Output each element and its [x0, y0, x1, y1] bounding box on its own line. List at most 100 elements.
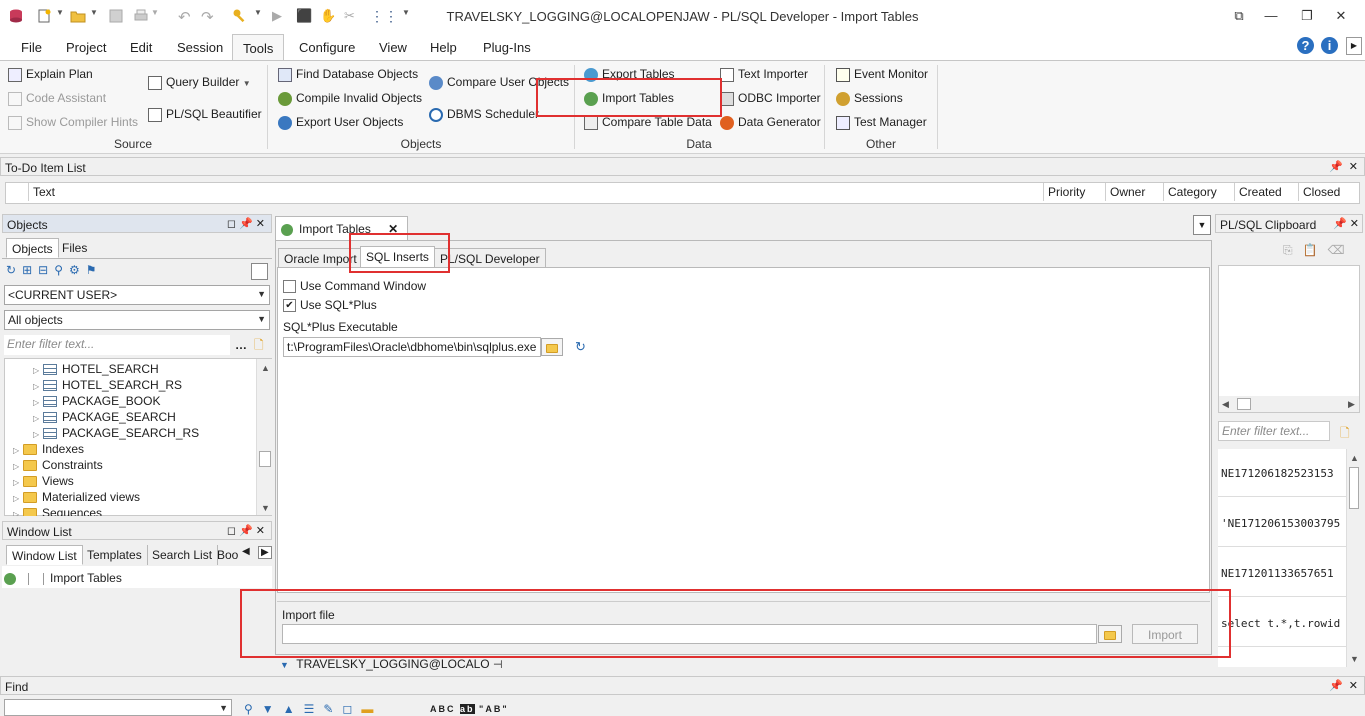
minimize-button[interactable]: —	[1256, 6, 1286, 26]
todo-col-closed[interactable]: Closed	[1298, 183, 1344, 201]
document-tab-import-tables[interactable]: Import Tables ✕	[275, 216, 408, 240]
connection-bar[interactable]: ▼ TRAVELSKY_LOGGING@LOCALO ⊣	[280, 657, 503, 671]
editor-icon[interactable]: ◻	[342, 702, 361, 716]
objects-tree-scrollbar[interactable]: ▲ ▼	[256, 359, 272, 515]
pin-icon[interactable]: 📌	[1329, 680, 1343, 692]
import-tables-button[interactable]: Import Tables	[584, 91, 674, 106]
expand-icon[interactable]: ⊞	[22, 263, 38, 277]
menu-project[interactable]: Project	[66, 40, 106, 55]
clipboard-entry[interactable]: 'NE171206153003795	[1221, 517, 1340, 530]
compile-invalid-objects-button[interactable]: Compile Invalid Objects	[278, 91, 422, 106]
restore-ribbon-button[interactable]: ⧉	[1224, 6, 1254, 26]
test-manager-button[interactable]: Test Manager	[836, 115, 927, 130]
find-next-icon[interactable]: ▼	[262, 702, 283, 716]
find-icon[interactable]: ⚲	[54, 263, 69, 277]
tab-scroll-right-icon[interactable]: ▶	[258, 546, 272, 559]
pin-icon[interactable]: 📌	[239, 525, 253, 537]
clipboard-entry[interactable]: NE171201133657651	[1221, 567, 1334, 580]
todo-col-owner[interactable]: Owner	[1105, 183, 1149, 201]
clipboard-entry[interactable]: NE171206182523153	[1221, 467, 1334, 480]
find-previous-icon[interactable]: ▲	[283, 702, 304, 716]
import-button[interactable]: Import	[1132, 624, 1198, 644]
todo-col-category[interactable]: Category	[1163, 183, 1221, 201]
sqlplus-path-input[interactable]: t:\ProgramFiles\Oracle\dbhome\bin\sqlplu…	[283, 337, 541, 357]
plsql-beautifier-button[interactable]: PL/SQL Beautifier	[148, 107, 262, 122]
regex-icon[interactable]: "AB"	[479, 704, 509, 714]
clipboard-scrollbar[interactable]: ▲ ▼	[1346, 449, 1360, 667]
objects-option-box[interactable]	[251, 263, 268, 280]
menu-edit[interactable]: Edit	[130, 40, 152, 55]
tree-item-table[interactable]: ▷ PACKAGE_SEARCH	[33, 410, 176, 424]
menu-configure[interactable]: Configure	[299, 40, 355, 55]
scroll-left-icon[interactable]: ◀	[1222, 399, 1229, 410]
export-user-objects-button[interactable]: Export User Objects	[278, 115, 403, 130]
tab-templates[interactable]: Templates	[82, 545, 148, 565]
whole-word-icon[interactable]: ab	[460, 704, 475, 714]
menu-session[interactable]: Session	[177, 40, 223, 55]
tab-sql-inserts[interactable]: SQL Inserts	[360, 246, 435, 268]
info-icon[interactable]: i	[1321, 37, 1338, 54]
scroll-up-icon[interactable]: ▲	[261, 363, 270, 373]
clipboard-hscrollbar[interactable]: ◀ ▶	[1219, 396, 1359, 412]
filter-icon[interactable]: ⚙	[69, 263, 86, 277]
clipboard-filter-input[interactable]: Enter filter text...	[1218, 421, 1330, 441]
window-list-item[interactable]: Import Tables	[4, 571, 122, 585]
dock-icon[interactable]: ◻	[227, 218, 236, 230]
tree-folder[interactable]: ▷ Constraints	[13, 458, 103, 472]
filter-more-icon[interactable]: …	[235, 338, 247, 352]
tab-oracle-import[interactable]: Oracle Import	[278, 248, 363, 268]
tree-folder[interactable]: ▷ Sequences	[13, 506, 102, 516]
menu-help[interactable]: Help	[430, 40, 457, 55]
refresh-path-icon[interactable]: ↻	[575, 339, 586, 355]
explain-plan-button[interactable]: Explain Plan	[8, 67, 93, 82]
export-tables-button[interactable]: Export Tables	[584, 67, 675, 82]
new-filter-icon[interactable]: 🗋	[1340, 424, 1350, 445]
tab-scroll-left-icon[interactable]: ◀	[242, 546, 250, 557]
tree-item-table[interactable]: ▷ HOTEL_SEARCH	[33, 362, 159, 376]
maximize-button[interactable]: ❐	[1292, 6, 1322, 26]
event-monitor-button[interactable]: Event Monitor	[836, 67, 928, 82]
compare-user-objects-button[interactable]: Compare User Objects	[429, 75, 569, 90]
document-list-dropdown[interactable]: ▼	[1193, 215, 1211, 235]
todo-col-text[interactable]: Text	[28, 183, 59, 201]
object-type-combo[interactable]: All objects	[4, 310, 270, 330]
scroll-thumb[interactable]	[1349, 467, 1359, 509]
folder-icon[interactable]: ▬	[361, 702, 382, 716]
tab-objects[interactable]: Objects	[6, 238, 59, 258]
find-icon[interactable]: ⚲	[244, 702, 262, 716]
pin-icon[interactable]: 📌	[1333, 218, 1347, 230]
todo-col-priority[interactable]: Priority	[1043, 183, 1089, 201]
copy-icon[interactable]: ⎘	[1283, 243, 1303, 257]
user-combo[interactable]: <CURRENT USER>	[4, 285, 270, 305]
objects-filter-input[interactable]: Enter filter text...	[4, 335, 230, 355]
menu-view[interactable]: View	[379, 40, 407, 55]
tree-folder[interactable]: ▷ Materialized views	[13, 490, 140, 504]
use-command-window-checkbox[interactable]: Use Command Window	[283, 279, 426, 294]
new-filter-icon[interactable]: 🗋	[254, 336, 264, 357]
tree-folder[interactable]: ▷ Views	[13, 474, 74, 488]
dbms-scheduler-button[interactable]: DBMS Scheduler	[429, 107, 539, 122]
menu-tools[interactable]: Tools	[232, 34, 285, 61]
close-button[interactable]: ✕	[1326, 6, 1356, 26]
scroll-thumb[interactable]	[1237, 398, 1251, 410]
todo-close-icon[interactable]: ✕	[1349, 161, 1358, 173]
compare-table-data-button[interactable]: Compare Table Data	[584, 115, 712, 130]
tab-window-list[interactable]: Window List	[6, 545, 83, 565]
menu-plugins[interactable]: Plug-Ins	[483, 40, 531, 55]
clear-highlight-icon[interactable]: ✎	[323, 702, 342, 716]
show-compiler-hints-button[interactable]: Show Compiler Hints	[8, 115, 138, 130]
paste-icon[interactable]: 📋	[1303, 243, 1328, 257]
tab-files[interactable]: Files	[57, 238, 92, 258]
odbc-importer-button[interactable]: ODBC Importer	[720, 91, 821, 106]
objects-close-icon[interactable]: ✕	[256, 218, 265, 230]
close-tab-icon[interactable]: ✕	[388, 222, 398, 236]
tab-search-list[interactable]: Search List	[147, 545, 219, 565]
dock-icon[interactable]: ◻	[227, 525, 236, 537]
menu-file[interactable]: File	[21, 40, 42, 55]
tree-folder[interactable]: ▷ Indexes	[13, 442, 84, 456]
pin-icon[interactable]: 📌	[1329, 161, 1343, 173]
use-sqlplus-checkbox[interactable]: ✔ Use SQL*Plus	[283, 298, 377, 313]
find-database-objects-button[interactable]: Find Database Objects	[278, 67, 418, 82]
query-builder-button[interactable]: Query Builder ▼	[148, 75, 251, 90]
find-close-icon[interactable]: ✕	[1349, 680, 1358, 692]
